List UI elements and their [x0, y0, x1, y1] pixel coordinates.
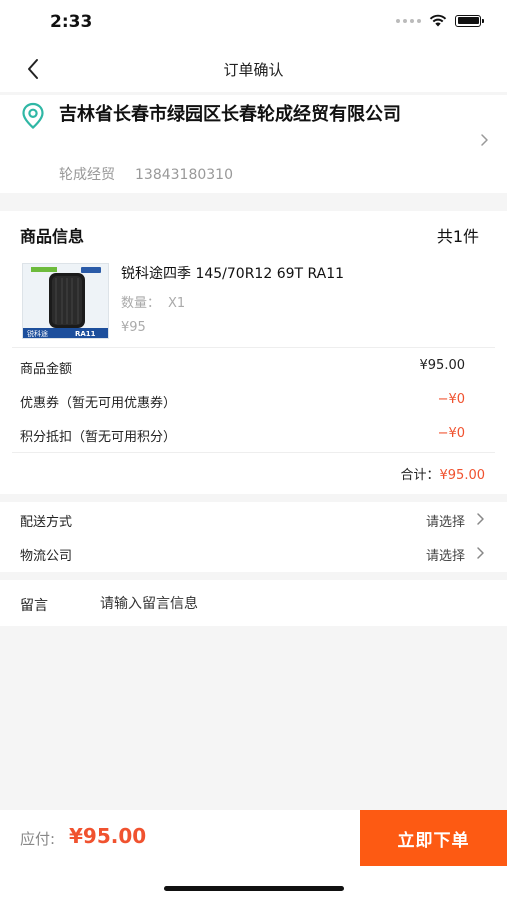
address-line: 吉林省长春市绿园区长春轮成经贸有限公司 [59, 104, 401, 125]
home-indicator-area [0, 866, 507, 900]
product-image: 锐科途 RA11 [22, 263, 109, 339]
fee-label: 优惠券（暂无可用优惠券） [20, 396, 177, 411]
product-price: ¥95 [121, 320, 146, 335]
delivery-method-value: 请选择 [425, 515, 465, 530]
remark-card: 留言 [0, 580, 507, 626]
delivery-card: 配送方式 请选择 物流公司 请选择 [0, 502, 507, 572]
home-indicator[interactable] [164, 886, 344, 891]
fee-row-goods-amount: 商品金额 ¥95.00 [0, 352, 507, 382]
payable-amount: ¥95.00 [69, 824, 147, 848]
logistics-company-value: 请选择 [425, 549, 465, 564]
chevron-right-icon [477, 513, 484, 525]
logistics-company-label: 物流公司 [20, 549, 73, 564]
product-name: 锐科途四季 145/70R12 69T RA11 [121, 266, 345, 282]
delivery-method-row[interactable]: 配送方式 请选择 [0, 502, 507, 536]
goods-section-title: 商品信息 [20, 227, 85, 246]
status-bar: 2:33 [0, 0, 507, 46]
delivery-method-label: 配送方式 [20, 515, 73, 530]
product-image-brand: 锐科途 [27, 330, 48, 338]
place-order-button[interactable]: 立即下单 [360, 810, 507, 866]
order-total: 合计：¥95.00 [400, 464, 485, 483]
remark-label: 留言 [20, 598, 48, 614]
fee-label: 商品金额 [20, 362, 73, 377]
status-time: 2:33 [50, 12, 93, 32]
address-contact: 轮成经贸 13843180310 [59, 164, 233, 184]
fee-value: −¥0 [437, 392, 465, 407]
fee-label: 积分抵扣（暂无可用积分） [20, 430, 177, 445]
divider [12, 452, 495, 453]
total-label: 合计： [400, 468, 440, 483]
product-image-model: RA11 [75, 330, 96, 338]
fee-value: −¥0 [437, 426, 465, 441]
product-item[interactable]: 锐科途 RA11 锐科途四季 145/70R12 69T RA11 数量： X1 … [0, 259, 507, 347]
battery-icon [455, 14, 484, 27]
chevron-right-icon [477, 547, 484, 559]
divider [12, 347, 495, 348]
bottom-bar: 应付: ¥95.00 立即下单 [0, 810, 507, 866]
quantity-label: 数量： [121, 296, 161, 311]
goods-card: 商品信息 共1件 锐科途 RA11 锐科途四季 145/70R12 69T RA… [0, 211, 507, 494]
remark-input[interactable] [100, 589, 480, 619]
quantity-value: X1 [168, 296, 186, 311]
goods-header: 商品信息 共1件 [0, 211, 507, 259]
nav-bar: 订单确认 [0, 46, 507, 92]
signal-icon [396, 18, 421, 23]
contact-phone: 13843180310 [135, 167, 233, 183]
goods-count: 共1件 [436, 227, 479, 246]
fee-row-coupon[interactable]: 优惠券（暂无可用优惠券） −¥0 [0, 386, 507, 416]
fee-value: ¥95.00 [419, 358, 466, 373]
location-pin-icon [22, 102, 44, 129]
status-icons [396, 14, 484, 27]
contact-name: 轮成经贸 [59, 167, 115, 183]
logistics-company-row[interactable]: 物流公司 请选择 [0, 536, 507, 570]
page-title: 订单确认 [223, 61, 284, 79]
total-value: ¥95.00 [439, 468, 486, 483]
fee-row-points[interactable]: 积分抵扣（暂无可用积分） −¥0 [0, 420, 507, 450]
address-card[interactable]: 吉林省长春市绿园区长春轮成经贸有限公司 轮成经贸 13843180310 [0, 95, 507, 193]
payable-label: 应付: [20, 830, 56, 848]
product-quantity: 数量： X1 [121, 292, 185, 311]
chevron-right-icon [481, 134, 488, 146]
wifi-icon [429, 14, 447, 27]
